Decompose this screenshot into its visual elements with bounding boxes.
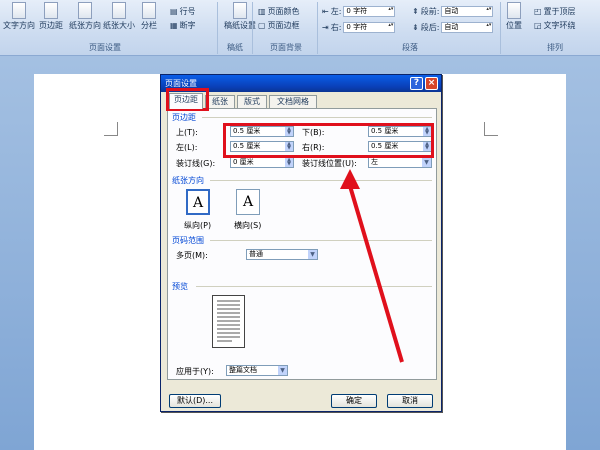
red-arrow-icon [340, 169, 404, 363]
tab-margins[interactable]: 页边距 [169, 93, 203, 109]
